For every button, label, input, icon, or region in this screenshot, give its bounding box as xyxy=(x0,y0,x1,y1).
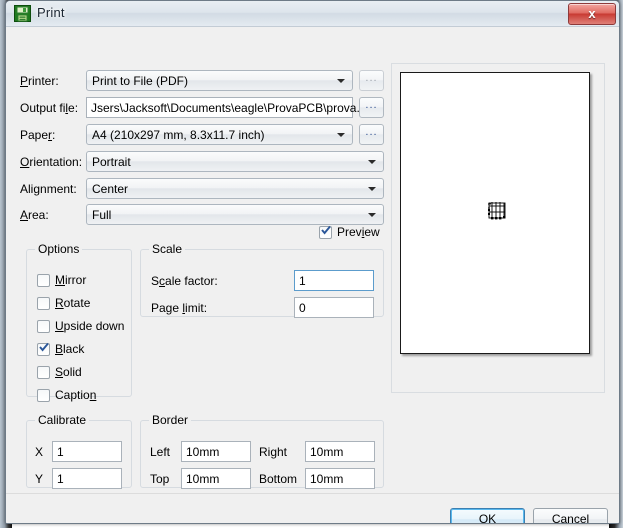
print-dialog-window: Print x Printer: Output file: Paper: Ori… xyxy=(5,0,620,524)
paper-value: A4 (210x297 mm, 8.3x11.7 inch) xyxy=(92,128,265,142)
paper-combobox[interactable]: A4 (210x297 mm, 8.3x11.7 inch) xyxy=(86,124,353,145)
chevron-down-icon xyxy=(368,213,376,217)
window-title: Print xyxy=(37,5,65,20)
checkbox-box xyxy=(37,366,50,379)
ellipsis-icon: ... xyxy=(365,126,378,138)
printer-combobox[interactable]: Print to File (PDF) xyxy=(86,70,353,91)
border-bottom-input[interactable]: 10mm xyxy=(305,468,375,489)
mirror-label: Mirror xyxy=(55,273,87,287)
caption-label: Caption xyxy=(55,388,97,402)
border-right-input[interactable]: 10mm xyxy=(305,441,375,462)
checkmark-icon xyxy=(39,342,49,352)
border-top-label: Top xyxy=(150,472,170,486)
border-top-value: 10mm xyxy=(186,472,220,486)
checkbox-box xyxy=(37,389,50,402)
chevron-down-icon xyxy=(368,160,376,164)
calibrate-x-value: 1 xyxy=(57,445,64,459)
button-bar-divider xyxy=(6,493,619,494)
checkbox-box xyxy=(37,320,50,333)
output-file-value: Jsers\Jacksoft\Documents\eagle\ProvaPCB\… xyxy=(91,101,377,115)
alignment-label: Alignment: xyxy=(20,182,77,196)
rotate-label: Rotate xyxy=(55,296,91,310)
screenshot-root: Print x Printer: Output file: Paper: Ori… xyxy=(0,0,623,528)
close-button[interactable]: x xyxy=(568,3,616,25)
checkmark-icon xyxy=(321,225,331,235)
cancel-button[interactable]: Cancel xyxy=(533,508,608,523)
calibrate-y-label: Y xyxy=(35,472,44,486)
border-group-title: Border xyxy=(149,413,192,427)
scale-factor-value: 1 xyxy=(299,274,306,288)
solid-label: Solid xyxy=(55,365,82,379)
border-bottom-value: 10mm xyxy=(310,472,344,486)
border-top-input[interactable]: 10mm xyxy=(181,468,251,489)
title-bar[interactable]: Print x xyxy=(6,1,619,27)
options-group: Options Mirror Rotate Upside down Black … xyxy=(26,242,132,402)
output-file-browse-button[interactable]: ... xyxy=(359,97,384,118)
floppy-disk-icon xyxy=(14,5,31,22)
output-file-input[interactable]: Jsers\Jacksoft\Documents\eagle\ProvaPCB\… xyxy=(86,97,376,118)
orientation-combobox[interactable]: Portrait xyxy=(86,151,384,172)
printer-label: Printer: xyxy=(20,74,59,88)
page-limit-label: Page limit: xyxy=(151,301,208,315)
ok-button[interactable]: OK xyxy=(450,508,525,523)
preview-checkbox-label: Preview xyxy=(337,225,380,239)
border-left-label: Left xyxy=(150,445,171,459)
scale-group-title: Scale xyxy=(149,242,186,256)
area-value: Full xyxy=(92,208,112,222)
paper-label: Paper: xyxy=(20,128,56,142)
border-left-input[interactable]: 10mm xyxy=(181,441,251,462)
calibrate-x-label: X xyxy=(35,445,44,459)
border-right-value: 10mm xyxy=(310,445,344,459)
area-combobox[interactable]: Full xyxy=(86,204,384,225)
scale-factor-label: Scale factor: xyxy=(151,274,218,288)
orientation-value: Portrait xyxy=(92,155,131,169)
chevron-down-icon xyxy=(368,187,376,191)
calibrate-group: Calibrate X 1 Y 1 xyxy=(26,413,132,489)
page-limit-value: 0 xyxy=(299,301,306,315)
print-preview-pane[interactable] xyxy=(391,63,605,393)
calibrate-x-input[interactable]: 1 xyxy=(52,441,122,462)
chevron-down-icon xyxy=(337,79,345,83)
black-label: Black xyxy=(55,342,85,356)
chevron-down-icon xyxy=(337,133,345,137)
checkbox-box xyxy=(37,297,50,310)
paper-browse-button[interactable]: ... xyxy=(359,124,384,145)
scale-group: Scale Scale factor: 1 Page limit: 0 xyxy=(140,242,384,318)
border-left-value: 10mm xyxy=(186,445,220,459)
ellipsis-icon: ... xyxy=(365,72,378,84)
upside-down-label: Upside down xyxy=(55,319,125,333)
border-bottom-label: Bottom xyxy=(259,472,298,486)
border-group: Border Left 10mm Right 10mm Top 10mm Bot… xyxy=(140,413,384,489)
alignment-combobox[interactable]: Center xyxy=(86,178,384,199)
options-group-title: Options xyxy=(35,242,83,256)
dialog-client-area: Printer: Output file: Paper: Orientation… xyxy=(6,27,619,523)
printer-value: Print to File (PDF) xyxy=(92,74,189,88)
scale-factor-input[interactable]: 1 xyxy=(294,270,374,291)
page-limit-input[interactable]: 0 xyxy=(294,297,374,318)
close-icon: x xyxy=(588,6,596,21)
pcb-drawing xyxy=(488,202,506,220)
printer-browse-button[interactable]: ... xyxy=(359,70,384,91)
checkbox-box xyxy=(37,274,50,287)
calibrate-group-title: Calibrate xyxy=(35,413,90,427)
calibrate-y-input[interactable]: 1 xyxy=(52,468,122,489)
orientation-label: Orientation: xyxy=(20,155,83,169)
ellipsis-icon: ... xyxy=(365,99,378,111)
area-label: Area: xyxy=(20,208,49,222)
output-file-label: Output file: xyxy=(20,101,79,115)
calibrate-y-value: 1 xyxy=(57,472,64,486)
border-right-label: Right xyxy=(259,445,288,459)
preview-page xyxy=(400,72,590,354)
alignment-value: Center xyxy=(92,182,129,196)
